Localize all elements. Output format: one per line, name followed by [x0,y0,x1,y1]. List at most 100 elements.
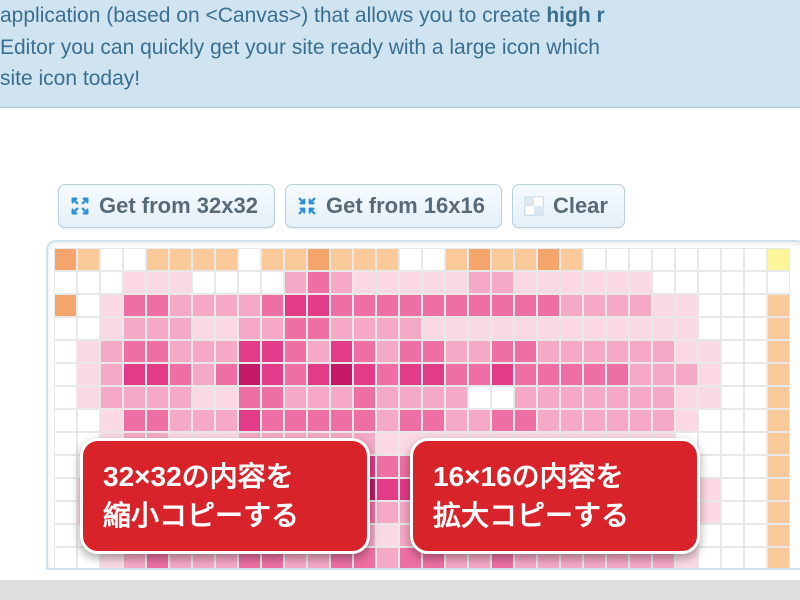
pixel-cell[interactable] [721,363,744,386]
pixel-cell[interactable] [192,271,215,294]
pixel-cell[interactable] [652,317,675,340]
pixel-cell[interactable] [629,409,652,432]
pixel-cell[interactable] [353,317,376,340]
pixel-cell[interactable] [261,248,284,271]
pixel-cell[interactable] [698,317,721,340]
pixel-cell[interactable] [445,340,468,363]
pixel-cell[interactable] [54,501,77,524]
pixel-cell[interactable] [192,386,215,409]
pixel-cell[interactable] [100,317,123,340]
pixel-cell[interactable] [514,363,537,386]
pixel-cell[interactable] [721,386,744,409]
pixel-cell[interactable] [583,363,606,386]
pixel-cell[interactable] [376,432,399,455]
pixel-cell[interactable] [629,248,652,271]
pixel-cell[interactable] [721,317,744,340]
pixel-cell[interactable] [445,409,468,432]
pixel-cell[interactable] [100,294,123,317]
pixel-cell[interactable] [77,248,100,271]
pixel-cell[interactable] [537,363,560,386]
pixel-cell[interactable] [238,386,261,409]
pixel-cell[interactable] [537,409,560,432]
pixel-cell[interactable] [307,317,330,340]
pixel-cell[interactable] [767,248,790,271]
pixel-cell[interactable] [77,294,100,317]
pixel-cell[interactable] [192,409,215,432]
pixel-cell[interactable] [698,501,721,524]
pixel-cell[interactable] [146,294,169,317]
pixel-cell[interactable] [514,317,537,340]
pixel-cell[interactable] [445,248,468,271]
pixel-cell[interactable] [767,363,790,386]
pixel-cell[interactable] [215,340,238,363]
pixel-cell[interactable] [606,271,629,294]
pixel-cell[interactable] [307,294,330,317]
pixel-cell[interactable] [54,432,77,455]
pixel-cell[interactable] [537,271,560,294]
pixel-cell[interactable] [77,317,100,340]
pixel-cell[interactable] [353,248,376,271]
pixel-cell[interactable] [146,386,169,409]
pixel-cell[interactable] [537,317,560,340]
pixel-cell[interactable] [54,524,77,547]
pixel-cell[interactable] [468,363,491,386]
pixel-cell[interactable] [422,363,445,386]
pixel-cell[interactable] [146,363,169,386]
pixel-cell[interactable] [100,386,123,409]
pixel-cell[interactable] [721,432,744,455]
clear-button[interactable]: Clear [512,184,625,228]
pixel-cell[interactable] [468,317,491,340]
pixel-cell[interactable] [767,547,790,570]
pixel-cell[interactable] [54,455,77,478]
pixel-cell[interactable] [169,340,192,363]
pixel-cell[interactable] [192,294,215,317]
pixel-cell[interactable] [675,248,698,271]
pixel-cell[interactable] [629,363,652,386]
pixel-cell[interactable] [169,317,192,340]
pixel-cell[interactable] [169,294,192,317]
pixel-cell[interactable] [376,478,399,501]
pixel-cell[interactable] [560,317,583,340]
pixel-cell[interactable] [514,340,537,363]
pixel-cell[interactable] [353,409,376,432]
pixel-cell[interactable] [77,409,100,432]
pixel-cell[interactable] [261,294,284,317]
pixel-cell[interactable] [192,317,215,340]
pixel-cell[interactable] [514,294,537,317]
pixel-cell[interactable] [744,294,767,317]
pixel-cell[interactable] [192,363,215,386]
pixel-cell[interactable] [169,409,192,432]
pixel-cell[interactable] [675,271,698,294]
pixel-cell[interactable] [376,547,399,570]
pixel-cell[interactable] [215,294,238,317]
pixel-cell[interactable] [491,248,514,271]
pixel-cell[interactable] [698,363,721,386]
pixel-cell[interactable] [721,409,744,432]
pixel-cell[interactable] [54,409,77,432]
pixel-cell[interactable] [330,363,353,386]
pixel-cell[interactable] [698,478,721,501]
pixel-cell[interactable] [698,524,721,547]
pixel-cell[interactable] [100,271,123,294]
pixel-cell[interactable] [560,271,583,294]
pixel-cell[interactable] [560,363,583,386]
pixel-cell[interactable] [583,386,606,409]
pixel-cell[interactable] [675,363,698,386]
pixel-cell[interactable] [698,409,721,432]
pixel-cell[interactable] [445,363,468,386]
pixel-cell[interactable] [606,363,629,386]
pixel-cell[interactable] [238,294,261,317]
pixel-cell[interactable] [629,294,652,317]
pixel-cell[interactable] [376,317,399,340]
pixel-cell[interactable] [675,340,698,363]
pixel-cell[interactable] [307,386,330,409]
pixel-cell[interactable] [698,340,721,363]
pixel-cell[interactable] [629,317,652,340]
pixel-cell[interactable] [744,317,767,340]
pixel-cell[interactable] [77,363,100,386]
get-from-32x32-button[interactable]: Get from 32x32 [58,184,275,228]
pixel-cell[interactable] [767,478,790,501]
pixel-cell[interactable] [629,340,652,363]
pixel-cell[interactable] [721,271,744,294]
pixel-cell[interactable] [560,409,583,432]
